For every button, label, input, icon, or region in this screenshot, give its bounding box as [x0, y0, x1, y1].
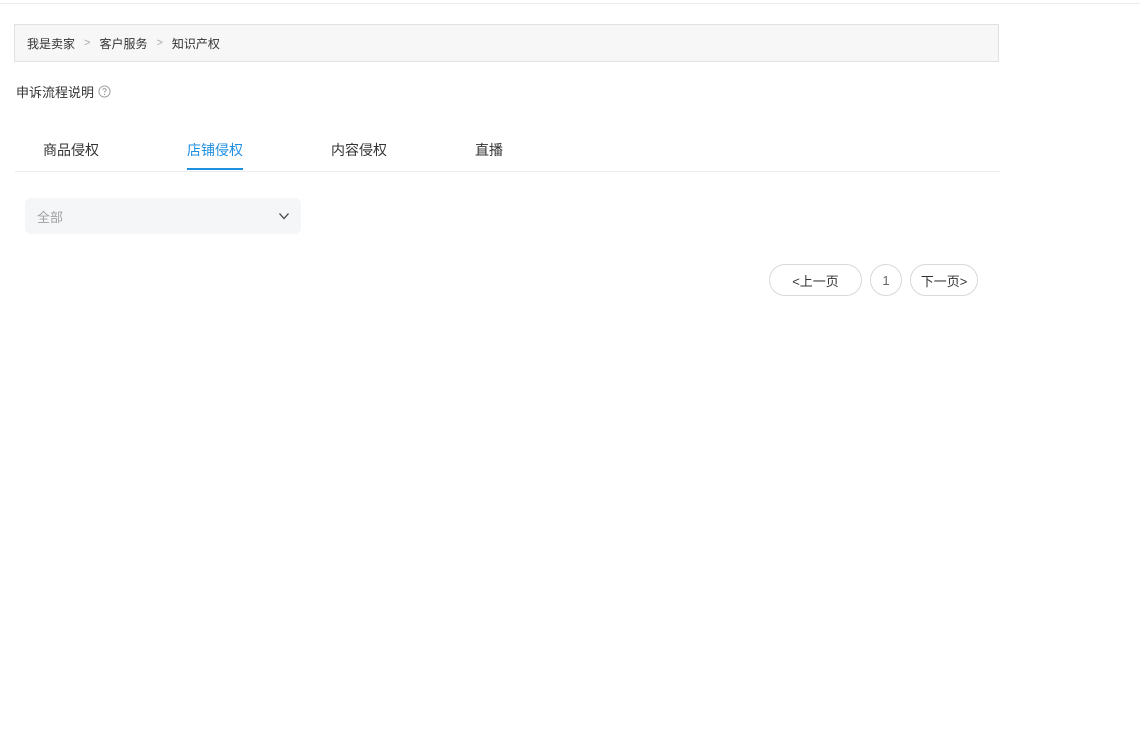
breadcrumb-separator: >	[84, 37, 91, 49]
prev-page-button[interactable]: <上一页	[769, 264, 862, 296]
tab-store-infringement[interactable]: 店铺侵权	[187, 140, 243, 170]
breadcrumb-item-ip: 知识产权	[171, 36, 220, 51]
tab-bar: 商品侵权 店铺侵权 内容侵权 直播	[15, 128, 1000, 172]
breadcrumb: 我是卖家 > 客户服务 > 知识产权	[14, 24, 999, 62]
appeal-process-link[interactable]: 申诉流程说明	[16, 82, 111, 101]
next-page-button[interactable]: 下一页>	[910, 264, 978, 296]
filter-select-value: 全部	[37, 209, 64, 225]
tab-product-infringement[interactable]: 商品侵权	[43, 140, 99, 168]
top-divider	[0, 3, 1140, 4]
filter-select[interactable]: 全部	[25, 198, 301, 234]
chevron-down-icon	[279, 213, 289, 220]
tab-content-infringement[interactable]: 内容侵权	[331, 140, 387, 168]
appeal-process-label: 申诉流程说明	[16, 85, 95, 100]
tab-live-stream[interactable]: 直播	[475, 140, 503, 168]
page-number-button[interactable]: 1	[870, 264, 902, 296]
breadcrumb-separator: >	[156, 37, 163, 49]
breadcrumb-item-customer-service[interactable]: 客户服务	[99, 35, 147, 52]
help-circle-icon[interactable]	[98, 85, 111, 98]
breadcrumb-item-seller[interactable]: 我是卖家	[27, 35, 75, 52]
